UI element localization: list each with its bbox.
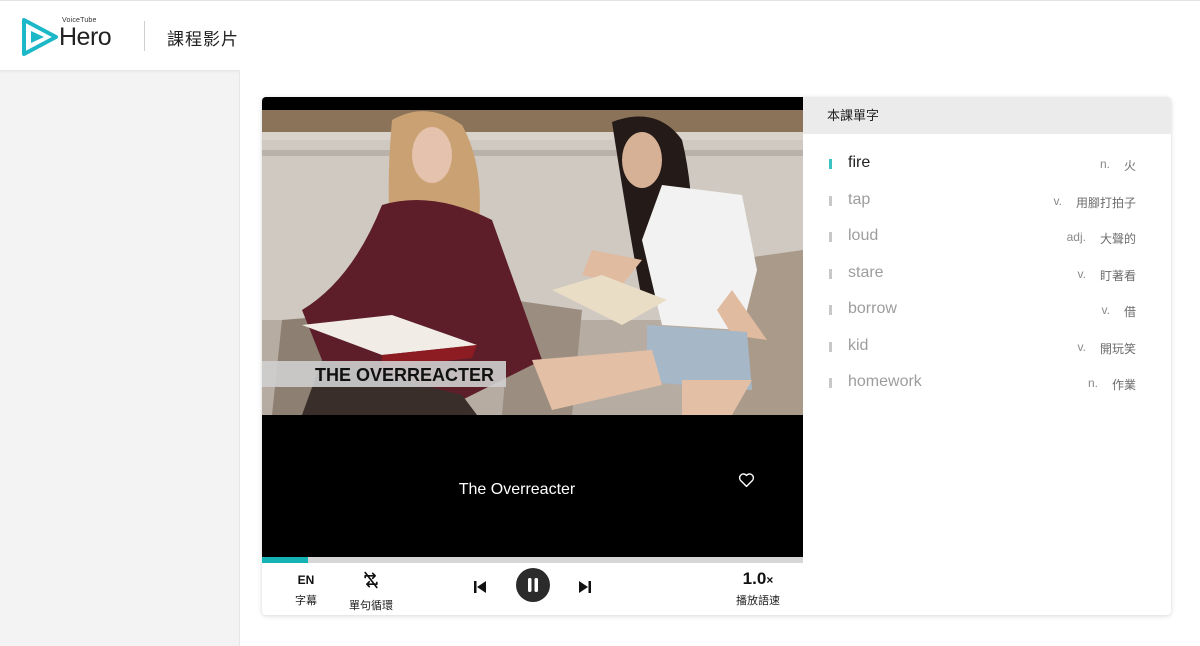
video-overlay-title: THE OVERREACTER: [315, 365, 494, 385]
vocab-word: fire: [848, 154, 871, 171]
skip-previous-icon[interactable]: [473, 580, 487, 594]
video-player[interactable]: THE OVERREACTER The Overreacter: [262, 97, 803, 557]
player-controls: EN 字幕 單句循環 1.0× 播放語速: [262, 563, 803, 615]
page-title: 課程影片: [167, 30, 239, 49]
vocab-part-of-speech: adj.: [1066, 230, 1086, 244]
lesson-card: THE OVERREACTER The Overreacter EN 字幕 單句…: [262, 97, 1171, 615]
playback-rate[interactable]: 1.0× 播放語速: [730, 570, 786, 608]
top-bar: VoiceTube Hero 課程影片: [0, 0, 1200, 70]
subtitle-label: 字幕: [295, 595, 317, 607]
vocab-word-row[interactable]: stare v. 盯著看: [803, 262, 1171, 286]
vocab-word: tap: [848, 190, 871, 208]
word-marker: [829, 159, 832, 169]
vocab-meaning: 作業: [1111, 378, 1136, 392]
vocab-panel: 本課單字 fire n. 火 tap v. 用腳打拍子 loud adj. 大聲的 stare v.…: [803, 97, 1171, 615]
subtitle-toggle[interactable]: EN 字幕: [288, 572, 324, 608]
vocab-meaning: 大聲的: [1099, 232, 1136, 246]
vocab-meaning: 火: [1123, 159, 1136, 173]
vocab-part-of-speech: v.: [1077, 266, 1086, 281]
vocab-meaning: 借: [1123, 305, 1136, 319]
pause-icon: [528, 578, 538, 592]
word-marker: [829, 341, 832, 352]
loop-toggle[interactable]: 單句循環: [346, 570, 396, 613]
vocab-word-row[interactable]: kid v. 開玩笑: [803, 335, 1171, 359]
vocab-word: stare: [848, 263, 884, 281]
word-marker: [829, 305, 832, 315]
word-marker: [829, 268, 832, 279]
word-marker: [829, 195, 832, 206]
vocab-word-row[interactable]: borrow v. 借: [803, 298, 1171, 322]
pause-button[interactable]: [516, 568, 550, 602]
vocab-meaning: 開玩笑: [1099, 341, 1136, 356]
subtitle-lang: EN: [297, 573, 315, 587]
rate-label: 播放語速: [736, 595, 780, 607]
vocab-word: loud: [848, 227, 879, 244]
vocab-part-of-speech: n.: [1087, 376, 1098, 390]
rate-value-wrap: 1.0×: [730, 570, 786, 588]
brand-name[interactable]: Hero: [59, 23, 112, 52]
vocab-meaning: 盯著看: [1099, 268, 1136, 283]
heart-icon[interactable]: [738, 472, 755, 488]
vocab-word-row[interactable]: loud adj. 大聲的: [803, 225, 1171, 249]
header-divider: [144, 21, 145, 51]
rate-value: 1.0: [742, 569, 767, 588]
repeat-off-icon: [364, 571, 378, 589]
video-frame[interactable]: THE OVERREACTER: [262, 110, 803, 415]
subtitle-caption: The Overreacter: [458, 481, 576, 498]
vocab-word-row[interactable]: tap v. 用腳打拍子: [803, 189, 1171, 213]
vocab-part-of-speech: n.: [1099, 157, 1110, 171]
skip-next-icon[interactable]: [578, 580, 592, 594]
vocab-part-of-speech: v.: [1101, 303, 1110, 317]
vocab-word: kid: [848, 336, 869, 354]
vocab-word-row[interactable]: fire n. 火: [803, 152, 1171, 176]
vocab-part-of-speech: v.: [1077, 339, 1086, 354]
rate-unit: ×: [766, 573, 774, 587]
vocab-header: 本課單字: [803, 97, 1171, 134]
word-marker: [829, 378, 832, 388]
word-marker: [829, 232, 832, 242]
vocab-word: borrow: [848, 300, 897, 317]
vocab-word-row[interactable]: homework n. 作業: [803, 371, 1171, 395]
play-triangle-logo-icon[interactable]: [22, 18, 58, 56]
vocab-meaning: 用腳打拍子: [1075, 195, 1136, 210]
loop-label: 單句循環: [349, 600, 393, 612]
vocab-part-of-speech: v.: [1053, 193, 1062, 208]
vocab-word: homework: [848, 373, 922, 390]
